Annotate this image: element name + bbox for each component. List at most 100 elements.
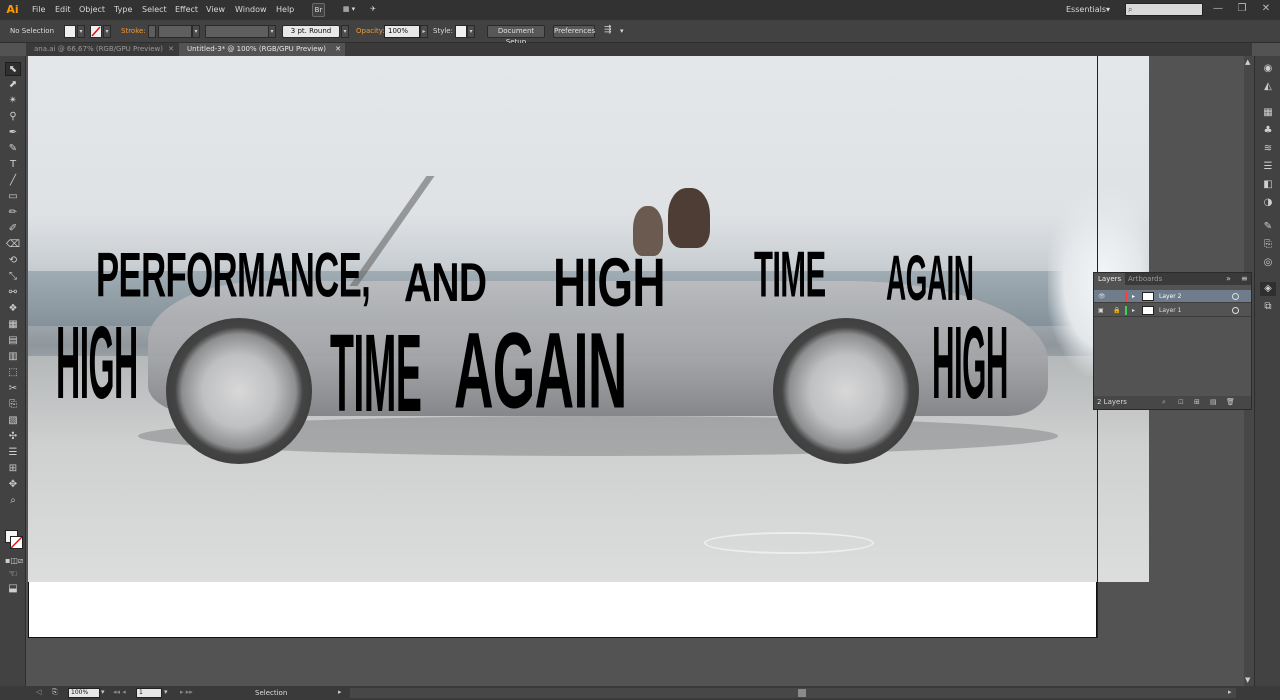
pencil-tool-icon[interactable]: ✐ (5, 222, 21, 236)
zoom-field[interactable]: 100% (68, 688, 100, 698)
menu-effect[interactable]: Effect (175, 5, 198, 14)
artboard-number-field[interactable]: 1 (136, 688, 162, 698)
type-tool-icon[interactable]: T (5, 158, 21, 172)
visibility-eye-icon[interactable]: 👁 (1098, 290, 1106, 303)
shape-builder-tool-icon[interactable]: ▦ (5, 318, 21, 332)
zoom-dropdown-icon[interactable]: ▾ (101, 688, 105, 696)
canvas-area[interactable]: PERFORMANCE, AND HIGH TIME AGAIN HIGH TI… (26, 56, 1244, 686)
fill-swatch[interactable] (64, 25, 76, 38)
scroll-up-icon[interactable]: ▲ (1245, 58, 1250, 66)
workspace-chevron-down-icon[interactable]: ▾ (1106, 5, 1110, 14)
search-field[interactable]: ⌕ (1125, 3, 1203, 16)
text-high-top[interactable]: HIGH (553, 249, 665, 318)
gpu-performance-icon[interactable]: ✈ (366, 3, 380, 17)
width-tool-icon[interactable]: ⚯ (5, 286, 21, 300)
stroke-dropdown[interactable]: ▾ (103, 25, 111, 38)
color-guide-icon[interactable]: ⎘ (1260, 238, 1276, 252)
mesh-tool-icon[interactable]: ▥ (5, 350, 21, 364)
bridge-button[interactable]: Br (312, 3, 325, 17)
locate-object-icon[interactable]: ⌕ (1162, 396, 1166, 409)
menu-type[interactable]: Type (114, 5, 132, 14)
tab-artboards[interactable]: Artboards (1124, 273, 1166, 285)
target-icon[interactable] (1232, 307, 1239, 314)
slice-tool-icon[interactable]: ⊞ (5, 462, 21, 476)
stroke-weight-dropdown[interactable]: ▾ (192, 25, 200, 38)
tab-layers[interactable]: Layers (1094, 273, 1126, 285)
text-high-right[interactable]: HIGH (932, 311, 1008, 415)
column-graph-tool-icon[interactable]: ✣ (5, 430, 21, 444)
close-tab-icon[interactable]: ✕ (335, 43, 341, 56)
screen-mode-icon[interactable]: ⬓ (5, 582, 21, 596)
stroke-label[interactable]: Stroke: (121, 27, 146, 35)
line-tool-icon[interactable]: ╱ (5, 174, 21, 188)
text-high-left[interactable]: HIGH (56, 311, 138, 415)
pen-tool-icon[interactable]: ✒ (5, 126, 21, 140)
stroke-color-swatch[interactable] (10, 536, 23, 549)
target-icon[interactable] (1232, 293, 1239, 300)
next-artboard-icon[interactable]: ▸ ▸▸ (180, 688, 193, 696)
horizontal-scrollbar[interactable]: ▸ (350, 688, 1236, 698)
layers-panel-icon[interactable]: ◈ (1260, 282, 1276, 296)
hand-tool-icon[interactable]: ✥ (5, 478, 21, 492)
text-performance[interactable]: PERFORMANCE, (96, 243, 371, 307)
color-mode-icon[interactable]: ▪◫⧄ (5, 554, 23, 568)
drawing-mode-icon[interactable]: ☜ (5, 568, 21, 582)
stroke-swatch[interactable] (90, 25, 102, 38)
curvature-tool-icon[interactable]: ✎ (5, 142, 21, 156)
scroll-thumb[interactable] (798, 689, 806, 697)
close-tab-icon[interactable]: ✕ (168, 43, 174, 56)
artboard-tool-icon[interactable]: ☰ (5, 446, 21, 460)
artboards-panel-icon[interactable]: ⧉ (1260, 300, 1276, 314)
selection-tool-icon[interactable]: ⬉ (5, 62, 21, 76)
arrange-documents-button[interactable]: ▦ ▾ (338, 3, 360, 17)
panel-menu-icon[interactable]: ≡ (1241, 274, 1248, 283)
export-icon[interactable]: ⎘ (52, 688, 58, 697)
menu-window[interactable]: Window (235, 5, 267, 14)
make-clipping-mask-icon[interactable]: ⊡ (1178, 396, 1184, 409)
brush-dropdown[interactable]: ▾ (341, 25, 349, 38)
opacity-dropdown[interactable]: ▸ (420, 25, 428, 38)
opacity-input[interactable]: 100% (384, 25, 420, 38)
symbol-sprayer-tool-icon[interactable]: ▧ (5, 414, 21, 428)
layer-name[interactable]: Layer 1 (1159, 304, 1181, 317)
text-time-top[interactable]: TIME (754, 242, 826, 307)
stroke-panel-icon[interactable]: ☰ (1260, 160, 1276, 174)
restore-button[interactable]: ❐ (1234, 3, 1250, 15)
layer-name[interactable]: Layer 2 (1159, 290, 1181, 303)
scale-tool-icon[interactable]: ⤡ (5, 270, 21, 284)
expand-arrow-icon[interactable]: ▸ (1132, 304, 1135, 317)
new-layer-icon[interactable]: ▤ (1210, 396, 1217, 409)
menu-file[interactable]: File (32, 5, 45, 14)
workspace-switcher[interactable]: Essentials (1066, 5, 1106, 14)
brushes-panel-icon[interactable]: ≋ (1260, 142, 1276, 156)
minimize-button[interactable]: — (1210, 3, 1226, 15)
text-again-top[interactable]: AGAIN (886, 246, 974, 310)
rectangle-tool-icon[interactable]: ▭ (5, 190, 21, 204)
document-setup-button[interactable]: Document Setup (487, 25, 545, 46)
appearance-panel-icon[interactable]: ◉ (1260, 62, 1276, 76)
color-panel-icon[interactable]: ✎ (1260, 220, 1276, 234)
scroll-down-icon[interactable]: ▼ (1245, 676, 1250, 684)
delete-layer-icon[interactable]: 🗑 (1226, 396, 1235, 409)
symbols-panel-icon[interactable]: ♣ (1260, 124, 1276, 138)
style-dropdown[interactable]: ▾ (467, 25, 475, 38)
swatches-panel-icon[interactable]: ▦ (1260, 106, 1276, 120)
zoom-tool-icon[interactable]: ⌕ (5, 494, 21, 508)
eraser-tool-icon[interactable]: ⌫ (5, 238, 21, 252)
profile-dropdown[interactable]: ▾ (268, 25, 276, 38)
tab-untitled-3[interactable]: Untitled-3* @ 100% (RGB/GPU Preview) ✕ (179, 43, 345, 56)
text-and[interactable]: AND (404, 256, 487, 311)
first-artboard-icon[interactable]: ◁ (36, 688, 41, 696)
graphic-style-swatch[interactable] (455, 25, 467, 38)
menu-help[interactable]: Help (276, 5, 294, 14)
previous-artboard-icon[interactable]: ◂◂ ◂ (113, 688, 126, 696)
collapse-panel-icon[interactable]: » (1226, 274, 1231, 283)
menu-select[interactable]: Select (142, 5, 167, 14)
close-button[interactable]: ✕ (1258, 3, 1274, 15)
tab-ana-ai[interactable]: ana.ai @ 66,67% (RGB/GPU Preview) ✕ (26, 43, 178, 56)
fill-dropdown[interactable]: ▾ (77, 25, 85, 38)
free-transform-tool-icon[interactable]: ❖ (5, 302, 21, 316)
variable-width-profile[interactable] (205, 25, 269, 38)
preferences-button[interactable]: Preferences (553, 25, 595, 38)
blend-tool-icon[interactable]: ⎘ (5, 398, 21, 412)
